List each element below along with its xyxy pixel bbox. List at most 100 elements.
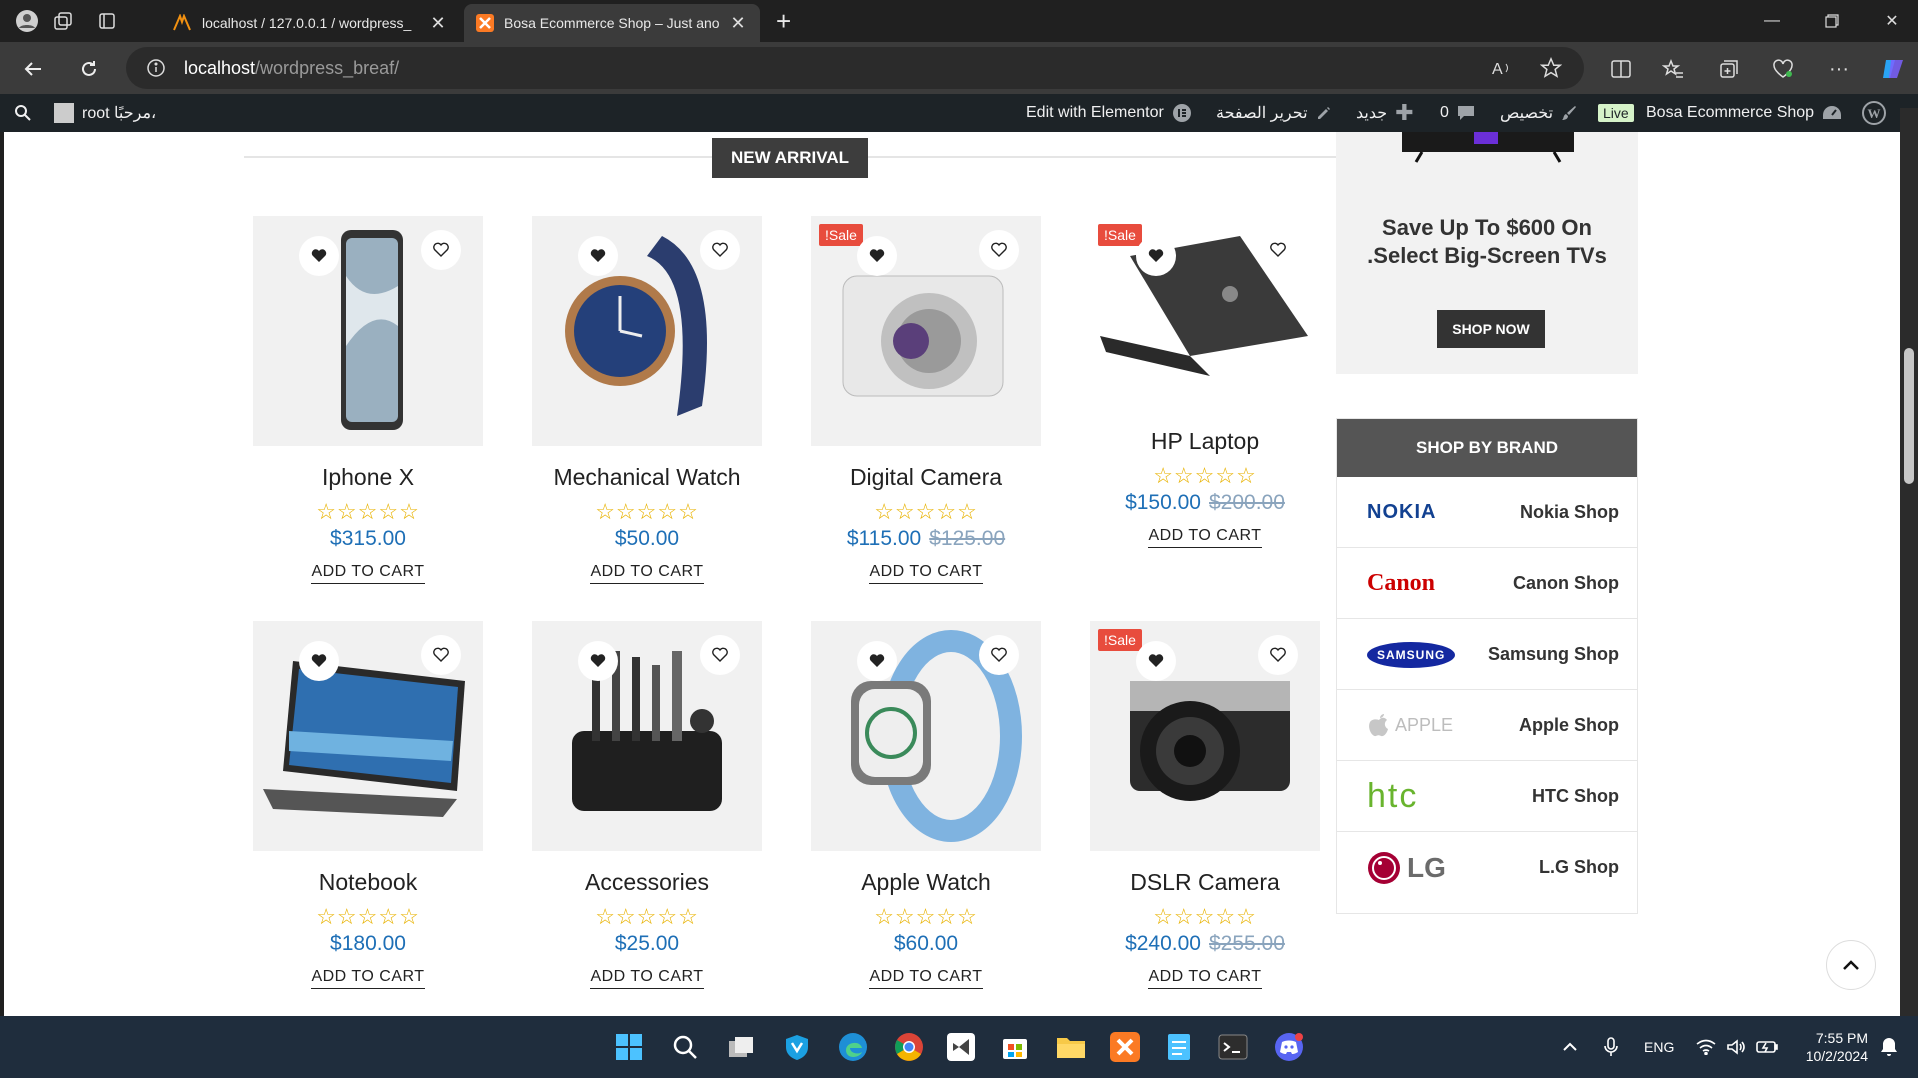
add-to-cart-icon[interactable] <box>578 641 618 681</box>
comments[interactable]: 0 <box>1440 94 1475 132</box>
brand-name[interactable]: Nokia Shop <box>1520 477 1619 548</box>
tab-bosa-shop[interactable]: Bosa Ecommerce Shop – Just ano ✕ <box>464 4 760 42</box>
windows-start-icon[interactable] <box>612 1030 646 1064</box>
brand-row-nokia[interactable]: NOKIA Nokia Shop <box>1337 477 1637 548</box>
favorites-icon[interactable] <box>1658 54 1688 84</box>
notification-bell-icon[interactable] <box>1880 1016 1898 1078</box>
wishlist-heart-icon[interactable] <box>1258 635 1298 675</box>
add-to-cart-button[interactable]: ADD TO CART <box>311 563 425 584</box>
brand-row-canon[interactable]: Canon Canon Shop <box>1337 548 1637 619</box>
system-tray-icons[interactable] <box>1696 1016 1778 1078</box>
add-to-cart-button[interactable]: ADD TO CART <box>869 563 983 584</box>
add-to-cart-icon[interactable] <box>1136 641 1176 681</box>
edge-icon[interactable] <box>836 1030 870 1064</box>
wishlist-heart-icon[interactable] <box>421 230 461 270</box>
product-card[interactable]: Apple Watch ☆☆☆☆☆ $60.00 ADD TO CART <box>811 621 1041 989</box>
wordpress-logo-icon[interactable]: W <box>1862 94 1886 132</box>
wishlist-heart-icon[interactable] <box>1258 230 1298 270</box>
wishlist-heart-icon[interactable] <box>979 635 1019 675</box>
product-name[interactable]: Mechanical Watch <box>532 464 762 491</box>
language-indicator[interactable]: ENG <box>1644 1016 1674 1078</box>
add-to-cart-icon[interactable] <box>299 641 339 681</box>
add-to-cart-icon[interactable] <box>857 641 897 681</box>
page-scrollbar[interactable] <box>1900 108 1918 1016</box>
notepad-icon[interactable] <box>1162 1030 1196 1064</box>
product-card[interactable]: !Sale HP Laptop ☆☆☆☆☆ $150.00 $200.00 ADD… <box>1090 216 1320 548</box>
xampp-icon[interactable] <box>1108 1030 1142 1064</box>
add-to-cart-button[interactable]: ADD TO CART <box>590 968 704 989</box>
search-icon[interactable] <box>14 94 32 132</box>
edit-with-elementor[interactable]: Edit with Elementor <box>1026 94 1192 132</box>
clock[interactable]: 7:55 PM 10/2/2024 <box>1794 1016 1868 1078</box>
add-to-cart-icon[interactable] <box>299 236 339 276</box>
new-tab-button[interactable]: + <box>776 6 791 37</box>
brand-name[interactable]: Canon Shop <box>1513 548 1619 619</box>
product-image[interactable]: !Sale <box>1090 621 1320 851</box>
product-name[interactable]: Apple Watch <box>811 869 1041 896</box>
product-name[interactable]: Digital Camera <box>811 464 1041 491</box>
browser-essentials-icon[interactable] <box>1768 54 1798 84</box>
more-options-icon[interactable]: ··· <box>1824 54 1854 84</box>
split-screen-icon[interactable] <box>1606 54 1636 84</box>
collections-icon[interactable] <box>1714 54 1744 84</box>
add-to-cart-button[interactable]: ADD TO CART <box>869 968 983 989</box>
microphone-icon[interactable] <box>1604 1016 1618 1078</box>
vpn-shield-icon[interactable] <box>780 1030 814 1064</box>
my-account[interactable]: root مرحبًا، <box>54 94 156 132</box>
tab-close-icon[interactable]: ✕ <box>728 13 748 34</box>
product-name[interactable]: Iphone X <box>253 464 483 491</box>
refresh-icon[interactable] <box>74 54 104 84</box>
back-arrow-icon[interactable] <box>18 54 48 84</box>
product-card[interactable]: Mechanical Watch ☆☆☆☆☆ $50.00 ADD TO CAR… <box>532 216 762 584</box>
tab-actions-icon[interactable] <box>94 8 120 34</box>
product-image[interactable] <box>532 216 762 446</box>
new-content[interactable]: جديد ✚ <box>1356 94 1414 132</box>
product-image[interactable] <box>532 621 762 851</box>
profile-icon[interactable] <box>14 8 40 34</box>
product-name[interactable]: Accessories <box>532 869 762 896</box>
site-info-icon[interactable] <box>146 58 166 78</box>
wishlist-heart-icon[interactable] <box>700 230 740 270</box>
copilot-icon[interactable] <box>1878 54 1908 84</box>
add-to-cart-icon[interactable] <box>578 236 618 276</box>
product-image[interactable]: !Sale <box>811 216 1041 446</box>
brand-name[interactable]: Apple Shop <box>1519 690 1619 761</box>
edit-page[interactable]: تحرير الصفحة <box>1216 94 1332 132</box>
wishlist-heart-icon[interactable] <box>700 635 740 675</box>
brand-row-htc[interactable]: htc HTC Shop <box>1337 761 1637 832</box>
read-aloud-icon[interactable]: A <box>1492 58 1514 78</box>
scroll-to-top-button[interactable] <box>1826 940 1876 990</box>
product-image[interactable] <box>253 621 483 851</box>
product-card[interactable]: Iphone X ☆☆☆☆☆ $315.00 ADD TO CART <box>253 216 483 584</box>
brand-name[interactable]: L.G Shop <box>1539 832 1619 903</box>
visual-studio-icon[interactable] <box>944 1030 978 1064</box>
add-to-cart-button[interactable]: ADD TO CART <box>1148 527 1262 548</box>
brand-row-apple[interactable]: APPLE Apple Shop <box>1337 690 1637 761</box>
terminal-icon[interactable] <box>1216 1030 1250 1064</box>
brand-name[interactable]: HTC Shop <box>1532 761 1619 832</box>
microsoft-store-icon[interactable] <box>998 1030 1032 1064</box>
wishlist-heart-icon[interactable] <box>979 230 1019 270</box>
add-to-cart-icon[interactable] <box>857 236 897 276</box>
add-to-cart-button[interactable]: ADD TO CART <box>311 968 425 989</box>
product-name[interactable]: HP Laptop <box>1090 428 1320 455</box>
restore-button[interactable] <box>1812 8 1852 34</box>
add-to-cart-button[interactable]: ADD TO CART <box>1148 968 1262 989</box>
product-card[interactable]: !Sale DSLR Camera ☆☆☆☆☆ $240.00 $255.00 A… <box>1090 621 1320 989</box>
favorite-star-icon[interactable] <box>1540 57 1562 79</box>
task-view-icon[interactable] <box>724 1030 758 1064</box>
add-to-cart-button[interactable]: ADD TO CART <box>590 563 704 584</box>
customize[interactable]: تخصيص <box>1500 94 1577 132</box>
product-image[interactable] <box>811 621 1041 851</box>
discord-icon[interactable] <box>1272 1030 1306 1064</box>
product-image[interactable] <box>253 216 483 446</box>
brand-name[interactable]: Samsung Shop <box>1488 619 1619 690</box>
product-name[interactable]: Notebook <box>253 869 483 896</box>
brand-row-lg[interactable]: LG L.G Shop <box>1337 832 1637 903</box>
tab-close-icon[interactable]: ✕ <box>428 13 448 34</box>
search-icon[interactable] <box>668 1030 702 1064</box>
product-card[interactable]: !Sale Digital Camera ☆☆☆☆☆ $115.00 $125.0… <box>811 216 1041 584</box>
workspaces-icon[interactable] <box>50 8 76 34</box>
product-name[interactable]: DSLR Camera <box>1090 869 1320 896</box>
add-to-cart-icon[interactable] <box>1136 236 1176 276</box>
